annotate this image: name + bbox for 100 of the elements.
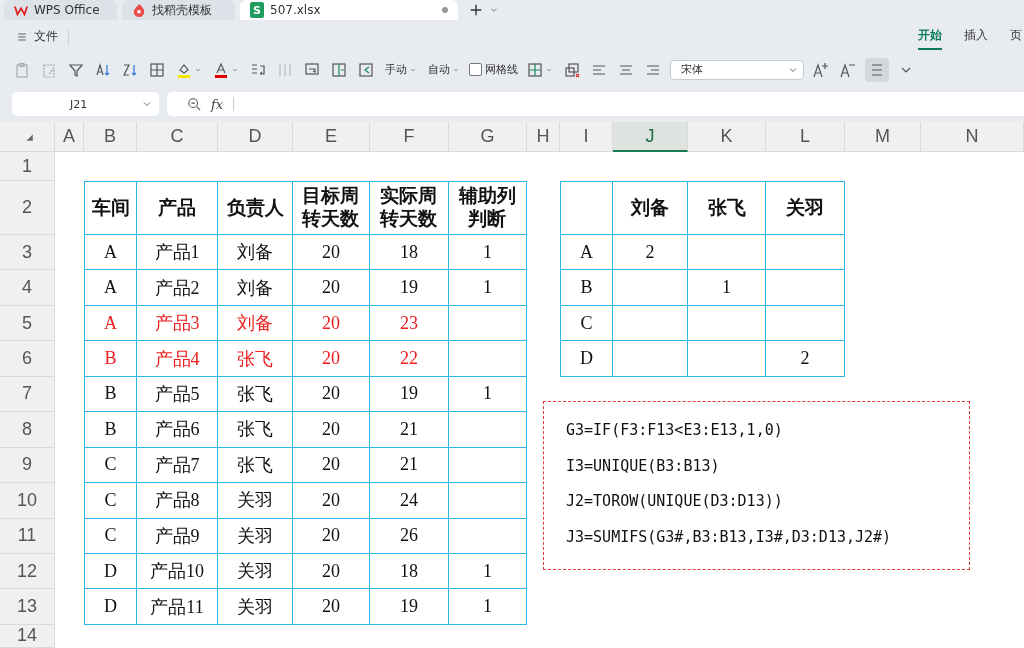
table-cell: 刘备 xyxy=(218,305,293,342)
align-middle-button[interactable] xyxy=(865,57,889,82)
function-label[interactable]: fx xyxy=(211,96,224,112)
column-header[interactable]: I xyxy=(560,122,613,152)
increase-font-icon xyxy=(813,61,829,78)
row-header[interactable]: 11 xyxy=(0,518,55,554)
table-cell: 关羽 xyxy=(218,518,293,554)
table-cell: 20 xyxy=(293,553,370,590)
ribbon-tab[interactable]: 开始 xyxy=(918,23,942,50)
table-cell: 20 xyxy=(293,270,370,306)
font-select[interactable]: 宋体 xyxy=(670,59,804,80)
table-cell: B xyxy=(560,270,613,306)
table-cell: 目标周转天数 xyxy=(293,181,370,235)
table-cell: 张飞 xyxy=(218,376,293,413)
checkbox-label: 网格线 xyxy=(485,62,518,77)
column-header[interactable]: C xyxy=(137,122,218,152)
borders-icon xyxy=(527,61,543,78)
column-header[interactable]: M xyxy=(845,122,921,152)
table-cell: 20 xyxy=(293,483,370,519)
align-middle-icon xyxy=(869,61,885,78)
formula-text: G3=IF(F3:F13<E3:E13,1,0) xyxy=(566,420,784,441)
column-header[interactable]: J xyxy=(613,122,688,152)
table-cell: 关羽 xyxy=(218,553,293,590)
table-cell: 20 xyxy=(293,305,370,342)
row-header[interactable]: 8 xyxy=(0,412,55,448)
clipboard-icon xyxy=(41,61,57,78)
decrease-font-icon xyxy=(840,61,856,78)
table-cell: C xyxy=(84,483,137,519)
table-cell: 刘备 xyxy=(218,235,293,271)
row-header[interactable]: 2 xyxy=(0,181,55,235)
table-cell: C xyxy=(84,518,137,554)
plus-icon[interactable] xyxy=(469,3,483,17)
row-header[interactable]: 6 xyxy=(0,341,55,377)
table-cell: C xyxy=(84,447,137,484)
table-cell: 20 xyxy=(293,376,370,413)
table-cell: 19 xyxy=(370,376,449,413)
formula-field[interactable]: fx xyxy=(167,92,1024,116)
table-cell: 关羽 xyxy=(218,589,293,625)
column-header[interactable]: F xyxy=(370,122,449,152)
table-cell: 车间 xyxy=(84,181,137,235)
row-height-dropdown[interactable]: 手动 xyxy=(383,60,419,79)
table-cell: 21 xyxy=(370,412,449,448)
table-cell: 产品6 xyxy=(137,412,218,448)
table-cell: 20 xyxy=(293,518,370,554)
column-header[interactable]: L xyxy=(766,122,845,152)
table-cell: 负责人 xyxy=(218,181,293,235)
insert-cells-icon xyxy=(331,61,347,78)
column-header[interactable]: D xyxy=(218,122,293,152)
table-cell: 20 xyxy=(293,447,370,484)
column-header[interactable]: K xyxy=(688,122,766,152)
ribbon-tab[interactable]: 页 xyxy=(1010,23,1022,50)
file-menu[interactable]: 文件 xyxy=(16,28,58,45)
row-header[interactable]: 5 xyxy=(0,305,55,342)
row-header[interactable]: 7 xyxy=(0,376,55,413)
table-cell: A xyxy=(560,235,613,271)
table-cell: 产品8 xyxy=(137,483,218,519)
merge-cells-icon xyxy=(250,61,266,78)
table-cell: 产品1 xyxy=(137,235,218,271)
filter-icon xyxy=(68,61,84,78)
row-header[interactable]: 1 xyxy=(0,152,55,181)
row-header[interactable]: 12 xyxy=(0,553,55,590)
table-cell: 20 xyxy=(293,412,370,448)
row-header[interactable]: 10 xyxy=(0,483,55,519)
table-cell: 产品2 xyxy=(137,270,218,306)
row-header[interactable]: 13 xyxy=(0,589,55,625)
row-header[interactable]: 14 xyxy=(0,624,55,648)
table-cell: A xyxy=(84,270,137,306)
gridlines-checkbox[interactable]: 网格线 xyxy=(469,62,518,77)
column-header[interactable]: N xyxy=(921,122,1024,152)
name-box[interactable]: J21 xyxy=(12,92,159,116)
sheet-logo: S xyxy=(250,2,264,18)
table-cell: 1 xyxy=(449,270,527,306)
table-cell: 1 xyxy=(449,589,527,625)
table-cell: 20 xyxy=(293,235,370,271)
row-header[interactable]: 3 xyxy=(0,235,55,271)
app-tab[interactable]: WPS Office xyxy=(4,0,117,20)
table-cell: 张飞 xyxy=(688,181,766,235)
ribbon-tab[interactable]: 插入 xyxy=(964,23,988,50)
table-cell: 产品11 xyxy=(137,589,218,625)
row-header[interactable]: 4 xyxy=(0,270,55,306)
table-cell: 2 xyxy=(766,341,845,377)
table-cell: 实际周转天数 xyxy=(370,181,449,235)
column-header[interactable]: A xyxy=(55,122,84,152)
delete-cells-icon xyxy=(358,61,374,78)
column-header[interactable]: E xyxy=(293,122,370,152)
column-header[interactable]: B xyxy=(84,122,137,152)
columns-icon xyxy=(277,61,293,78)
table-cell: 刘备 xyxy=(613,181,688,235)
app-tab[interactable]: S 507.xlsx xyxy=(240,0,458,20)
zoom-icon[interactable] xyxy=(187,97,201,111)
row-header[interactable]: 9 xyxy=(0,447,55,484)
sort-ascending-icon xyxy=(95,61,111,78)
table-cell: 关羽 xyxy=(218,483,293,519)
table-cell: A xyxy=(84,235,137,271)
column-header[interactable]: H xyxy=(527,122,560,152)
table-cell: 产品4 xyxy=(137,341,218,377)
app-tab[interactable]: 找稻壳模板 xyxy=(122,0,235,20)
table-cell: 张飞 xyxy=(218,412,293,448)
column-header[interactable]: G xyxy=(449,122,527,152)
column-width-dropdown[interactable]: 自动 xyxy=(426,60,462,79)
